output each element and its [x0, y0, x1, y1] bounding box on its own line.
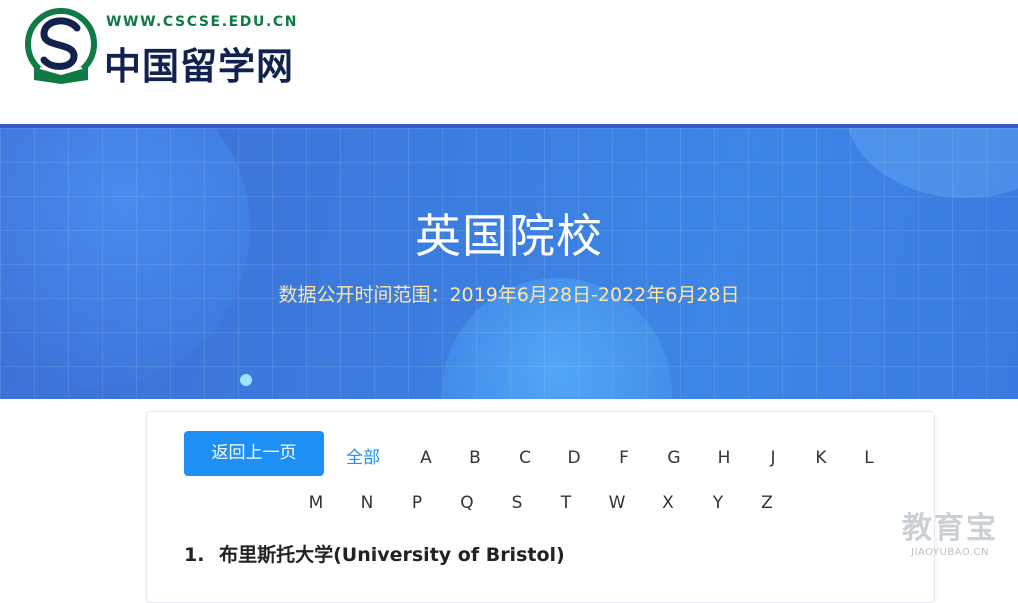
watermark-domain: JIAOYUBAO.CN: [911, 547, 989, 558]
filter-letter-z[interactable]: Z: [752, 490, 782, 516]
filter-all[interactable]: 全部: [343, 445, 383, 471]
filter-letter-d[interactable]: D: [559, 445, 589, 471]
page-title: 英国院校: [415, 209, 603, 263]
filter-letter-a[interactable]: A: [411, 445, 441, 471]
logo-url-text: WWW.CSCSE.EDU.CN: [106, 14, 299, 30]
filter-letter-y[interactable]: Y: [703, 490, 733, 516]
filter-letter-l[interactable]: L: [854, 445, 884, 471]
filter-letter-q[interactable]: Q: [452, 490, 482, 516]
filter-letter-w[interactable]: W: [602, 490, 632, 516]
filter-letter-n[interactable]: N: [352, 490, 382, 516]
filter-letter-s[interactable]: S: [502, 490, 532, 516]
site-header: WWW.CSCSE.EDU.CN 中国留学网: [0, 0, 1018, 124]
filter-letter-x[interactable]: X: [653, 490, 683, 516]
school-index: 1.: [184, 544, 205, 566]
watermark-chinese: 教育宝: [902, 511, 998, 546]
filter-letter-b[interactable]: B: [460, 445, 490, 471]
school-list-item[interactable]: 1. 布里斯托大学(University of Bristol): [184, 540, 565, 567]
hero-banner: 英国院校 数据公开时间范围：2019年6月28日-2022年6月28日: [0, 124, 1018, 399]
filter-letter-p[interactable]: P: [402, 490, 432, 516]
back-button[interactable]: 返回上一页: [184, 431, 324, 476]
cscse-logo-icon: [25, 8, 97, 84]
filter-letter-k[interactable]: K: [806, 445, 836, 471]
logo-chinese-text: 中国留学网: [104, 44, 294, 88]
decorative-dot: [240, 374, 252, 386]
filter-letter-f[interactable]: F: [609, 445, 639, 471]
filter-letter-m[interactable]: M: [301, 490, 331, 516]
school-name: 布里斯托大学(University of Bristol): [219, 544, 565, 566]
filter-letter-c[interactable]: C: [510, 445, 540, 471]
filter-letter-h[interactable]: H: [709, 445, 739, 471]
filter-letter-g[interactable]: G: [659, 445, 689, 471]
site-logo[interactable]: WWW.CSCSE.EDU.CN 中国留学网: [22, 8, 312, 88]
date-range-subtitle: 数据公开时间范围：2019年6月28日-2022年6月28日: [278, 284, 740, 306]
jiaoyubao-watermark: 教育宝 JIAOYUBAO.CN: [902, 503, 998, 558]
filter-letter-t[interactable]: T: [551, 490, 581, 516]
filter-letter-j[interactable]: J: [758, 445, 788, 471]
school-list-card: 返回上一页 全部 A B C D F G H J K L M N P Q S T…: [146, 411, 935, 603]
